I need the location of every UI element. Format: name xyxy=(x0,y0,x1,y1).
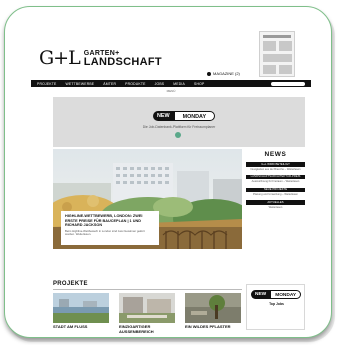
badge-new: NEW xyxy=(153,111,174,121)
news-panel: NEWS G+L WIRD BETEILIGT Neuigkeiten aus … xyxy=(246,149,305,249)
feature-headline: HIGHLINE-WETTBEWERB, LONDON: ZWEI ERSTE … xyxy=(65,214,143,228)
website-preview: G+L GARTEN+ LANDSCHAFT MAGAZINE (2) PROJ… xyxy=(31,21,311,333)
new-monday-logo: NEW MONDAY xyxy=(251,290,302,299)
news-item-headline: NEUE PROJEKTE xyxy=(246,187,305,193)
jobs-label: Top Jobs xyxy=(269,302,284,306)
feature-teaser: Beim Highline-Wettbewerb in London sind … xyxy=(65,228,145,237)
new-monday-banner[interactable]: NEW MONDAY Die Job-Datenbank-Plattform f… xyxy=(53,97,305,147)
project-title: EIN WILDES PFLASTER xyxy=(185,324,231,329)
main-content: NEW MONDAY Die Job-Datenbank-Plattform f… xyxy=(53,94,305,333)
nav-item-shop[interactable]: SHOP xyxy=(194,82,204,86)
news-item[interactable]: LANDSCHAFTSARCHITEKTUR-PREIS Auszeichnun… xyxy=(246,175,305,184)
nav-item-projekte[interactable]: PROJEKTE xyxy=(37,82,57,86)
project-card[interactable]: EIN WILDES PFLASTER xyxy=(185,293,241,330)
logo-line-2: LANDSCHAFT xyxy=(83,55,162,68)
project-title: EINZIGARTIGER AUSSENBEREICH xyxy=(119,324,154,334)
news-item[interactable]: G+L WIRD BETEILIGT Neuigkeiten aus der B… xyxy=(246,162,305,171)
main-navigation: PROJEKTE WETTBEWERBE ÄMTER PRODUKTE JOBS… xyxy=(31,80,311,87)
nav-item-media[interactable]: MEDIA xyxy=(173,82,185,86)
nav-item-wettbewerbe[interactable]: WETTBEWERBE xyxy=(66,82,95,86)
logo-wordmark: GARTEN+ LANDSCHAFT xyxy=(84,50,162,68)
news-item-text: Planung und Umsetzung – Weiterlesen xyxy=(253,193,298,197)
site-logo[interactable]: G+L GARTEN+ LANDSCHAFT xyxy=(39,49,162,68)
magazine-link[interactable]: MAGAZINE (2) xyxy=(207,71,240,76)
badge-monday: MONDAY xyxy=(173,111,216,121)
magazine-link-label: MAGAZINE (2) xyxy=(213,71,240,76)
badge-new: NEW xyxy=(251,290,271,299)
magazine-cover-thumbnail[interactable] xyxy=(259,31,295,77)
banner-arrow-button[interactable] xyxy=(175,132,181,138)
project-image xyxy=(185,293,241,323)
feature-caption[interactable]: HIGHLINE-WETTBEWERB, LONDON: ZWEI ERSTE … xyxy=(61,211,159,245)
news-item[interactable]: NEUE PROJEKTE Planung und Umsetzung – We… xyxy=(246,187,305,197)
screenshot-card: G+L GARTEN+ LANDSCHAFT MAGAZINE (2) PROJ… xyxy=(4,6,332,338)
project-image xyxy=(119,293,175,323)
news-item-headline: AKTUELLES xyxy=(246,200,305,205)
project-card[interactable]: EINZIGARTIGER AUSSENBEREICH xyxy=(119,293,175,334)
news-title: NEWS xyxy=(264,151,287,158)
nav-item-aemter[interactable]: ÄMTER xyxy=(103,82,116,86)
nav-item-jobs[interactable]: JOBS xyxy=(155,82,165,86)
news-item-headline: LANDSCHAFTSARCHITEKTUR-PREIS xyxy=(246,175,305,180)
logo-mark: G+L xyxy=(39,47,81,69)
project-title: STADT AM FLUSS xyxy=(53,324,88,329)
search-input[interactable] xyxy=(271,81,305,86)
jobs-box[interactable]: NEW MONDAY Top Jobs xyxy=(246,284,305,330)
site-header: G+L GARTEN+ LANDSCHAFT MAGAZINE (2) xyxy=(31,21,311,79)
news-item[interactable]: AKTUELLES Weiterlesen xyxy=(246,200,305,209)
project-image xyxy=(53,293,109,323)
badge-monday: MONDAY xyxy=(270,290,302,299)
projekte-heading: PROJEKTE xyxy=(53,281,88,287)
projekte-divider xyxy=(53,289,242,290)
news-item-text: Weiterlesen xyxy=(268,205,283,209)
project-card[interactable]: STADT AM FLUSS xyxy=(53,293,109,330)
nav-item-produkte[interactable]: PRODUKTE xyxy=(125,82,145,86)
news-item-text: Neuigkeiten aus der Branche – Weiterlese… xyxy=(250,167,301,171)
banner-subtitle: Die Job-Datenbank-Plattform für Freiraum… xyxy=(142,125,216,129)
news-item-text: Auszeichnung für Freiraum – Weiterlesen xyxy=(251,180,300,184)
magazine-icon xyxy=(207,71,211,76)
new-monday-logo: NEW MONDAY xyxy=(153,111,216,121)
news-item-headline: G+L WIRD BETEILIGT xyxy=(246,162,305,167)
